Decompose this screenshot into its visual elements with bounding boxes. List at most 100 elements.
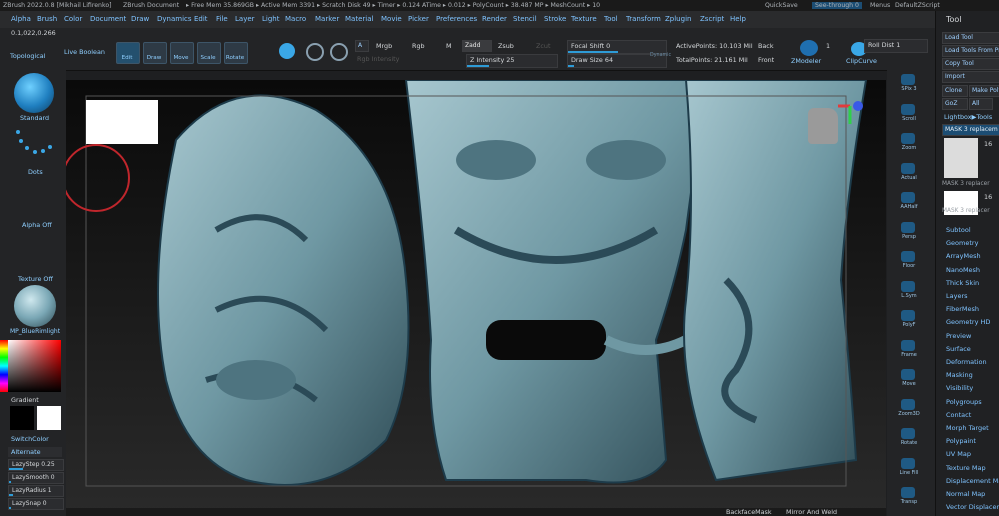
tool-menu-polypaint[interactable]: Polypaint: [946, 437, 976, 445]
lazyradius-slider[interactable]: LazyRadius 1: [8, 485, 64, 497]
focal-shift-slider[interactable]: Focal Shift 0: [567, 40, 667, 54]
menu-preferences[interactable]: Preferences: [436, 15, 477, 23]
tool-menu-vector-displacement[interactable]: Vector Displacement: [946, 503, 999, 511]
menu-tool[interactable]: Tool: [604, 15, 618, 23]
tool-menu-uv-map[interactable]: UV Map: [946, 450, 971, 458]
menu-brush[interactable]: Brush: [37, 15, 57, 23]
shelf-aahalf-button[interactable]: AAHalf: [895, 192, 923, 212]
topological-button[interactable]: Topological: [10, 52, 45, 60]
alternate-button[interactable]: Alternate: [8, 447, 62, 457]
zmodeler-icon[interactable]: [800, 40, 818, 56]
import-button[interactable]: Import: [942, 71, 999, 83]
lightbox-tools-button[interactable]: Lightbox▶Tools: [944, 113, 992, 121]
quicksave-button[interactable]: QuickSave: [765, 2, 798, 9]
tool-menu-nanomesh[interactable]: NanoMesh: [946, 266, 980, 274]
tool-menu-normal-map[interactable]: Normal Map: [946, 490, 985, 498]
live-boolean-button[interactable]: Live Boolean: [64, 48, 105, 56]
tool-menu-fibermesh[interactable]: FiberMesh: [946, 305, 979, 313]
color-picker[interactable]: [8, 340, 61, 392]
menus-button[interactable]: Menus: [870, 2, 890, 9]
shelf-actual-button[interactable]: Actual: [895, 162, 923, 183]
dots-stroke-icon[interactable]: [14, 128, 54, 162]
lazysmooth-slider[interactable]: LazySmooth 0: [8, 472, 64, 484]
texture-off-button[interactable]: Texture Off: [18, 275, 53, 283]
shelf-scroll-button[interactable]: Scroll: [895, 103, 923, 124]
tool-menu-layers[interactable]: Layers: [946, 292, 968, 300]
z-intensity-slider[interactable]: Z Intensity 25: [466, 54, 558, 68]
menu-file[interactable]: File: [216, 15, 228, 23]
zsub-toggle[interactable]: Zsub: [498, 42, 514, 50]
menu-zplugin[interactable]: Zplugin: [665, 15, 691, 23]
shelf-zoom-button[interactable]: Zoom: [895, 133, 923, 153]
shelf-frame-button[interactable]: Frame: [895, 339, 923, 360]
menu-material[interactable]: Material: [345, 15, 373, 23]
copy-tool-button[interactable]: Copy Tool: [942, 58, 999, 70]
backface-mask-button[interactable]: BackfaceMask: [726, 508, 772, 516]
menu-draw[interactable]: Draw: [131, 15, 149, 23]
tool-thumb-1[interactable]: [944, 138, 978, 178]
menu-movie[interactable]: Movie: [381, 15, 402, 23]
shelf-persp-button[interactable]: Persp: [895, 221, 923, 242]
script-button[interactable]: DefaultZScript: [895, 2, 940, 9]
menu-transform[interactable]: Transform: [626, 15, 661, 23]
axis-gizmo-icon[interactable]: [836, 98, 864, 128]
primary-color-swatch[interactable]: [37, 406, 61, 430]
menu-help[interactable]: Help: [730, 15, 746, 23]
menu-render[interactable]: Render: [482, 15, 507, 23]
navigation-head-icon[interactable]: [808, 108, 838, 144]
m-toggle[interactable]: M: [446, 42, 452, 50]
menu-color[interactable]: Color: [64, 15, 82, 23]
shelf-rotate-button[interactable]: Rotate: [895, 428, 923, 448]
mrgb-toggle[interactable]: Mrgb: [376, 42, 392, 50]
rgb-intensity-slider[interactable]: Rgb Intensity: [357, 55, 399, 63]
shelf-zoom3d-button[interactable]: Zoom3D: [895, 398, 923, 419]
clone-button[interactable]: Clone: [942, 85, 968, 97]
alpha-off-button[interactable]: Alpha Off: [22, 221, 52, 229]
tool-menu-geometry[interactable]: Geometry: [946, 239, 978, 247]
tool-menu-arraymesh[interactable]: ArrayMesh: [946, 252, 981, 260]
mirror-weld-button[interactable]: Mirror And Weld: [786, 508, 837, 516]
menu-marker[interactable]: Marker: [315, 15, 339, 23]
tool-menu-subtool[interactable]: Subtool: [946, 226, 971, 234]
tool-menu-polygroups[interactable]: Polygroups: [946, 398, 982, 406]
tool-menu-thick-skin[interactable]: Thick Skin: [946, 279, 979, 287]
tool-menu-visibility[interactable]: Visibility: [946, 384, 973, 392]
secondary-color-swatch[interactable]: [10, 406, 34, 430]
tool-menu-preview[interactable]: Preview: [946, 332, 971, 340]
roll-dist-slider[interactable]: Roll Dist 1: [864, 39, 928, 53]
a-toggle[interactable]: A: [355, 40, 369, 52]
tool-menu-geometry-hd[interactable]: Geometry HD: [946, 318, 990, 326]
lazystep-slider[interactable]: LazyStep 0.25: [8, 459, 64, 471]
canvas-viewport[interactable]: [66, 80, 886, 516]
local-symmetry-icon[interactable]: [330, 43, 348, 61]
all-button[interactable]: All: [969, 98, 993, 110]
symmetry-icon[interactable]: [306, 43, 324, 61]
back-toggle[interactable]: Back: [758, 42, 774, 50]
menu-picker[interactable]: Picker: [408, 15, 429, 23]
shelf-spix-3-button[interactable]: SPix 3: [895, 74, 923, 94]
tool-menu-displacement-map[interactable]: Displacement Map: [946, 477, 999, 485]
load-tools-from-project-button[interactable]: Load Tools From Project: [942, 45, 999, 57]
zcut-toggle[interactable]: Zcut: [536, 42, 550, 50]
tool-menu-contact[interactable]: Contact: [946, 411, 971, 419]
menu-document[interactable]: Document: [90, 15, 126, 23]
shelf-transp-button[interactable]: Transp: [895, 487, 923, 507]
menu-alpha[interactable]: Alpha: [11, 15, 31, 23]
load-tool-button[interactable]: Load Tool: [942, 32, 999, 44]
menu-layer[interactable]: Layer: [235, 15, 255, 23]
sphere-brush-icon[interactable]: [279, 43, 295, 59]
shelf-floor-button[interactable]: Floor: [895, 251, 923, 271]
menu-dynamics[interactable]: Dynamics: [157, 15, 192, 23]
material-sphere-icon[interactable]: [14, 285, 56, 327]
rgb-toggle[interactable]: Rgb: [412, 42, 425, 50]
menu-edit[interactable]: Edit: [194, 15, 208, 23]
seethrough-slider[interactable]: See-through 0: [812, 2, 862, 9]
shelf-line-fill-button[interactable]: Line Fill: [895, 457, 923, 478]
shelf-l-sym-button[interactable]: L.Sym: [895, 280, 923, 301]
menu-stroke[interactable]: Stroke: [544, 15, 566, 23]
zadd-toggle[interactable]: Zadd: [462, 40, 492, 52]
hue-strip[interactable]: [0, 340, 8, 392]
menu-texture[interactable]: Texture: [571, 15, 597, 23]
shelf-move-button[interactable]: Move: [895, 369, 923, 389]
current-tool-button[interactable]: MASK 3 replacem: [942, 124, 999, 136]
